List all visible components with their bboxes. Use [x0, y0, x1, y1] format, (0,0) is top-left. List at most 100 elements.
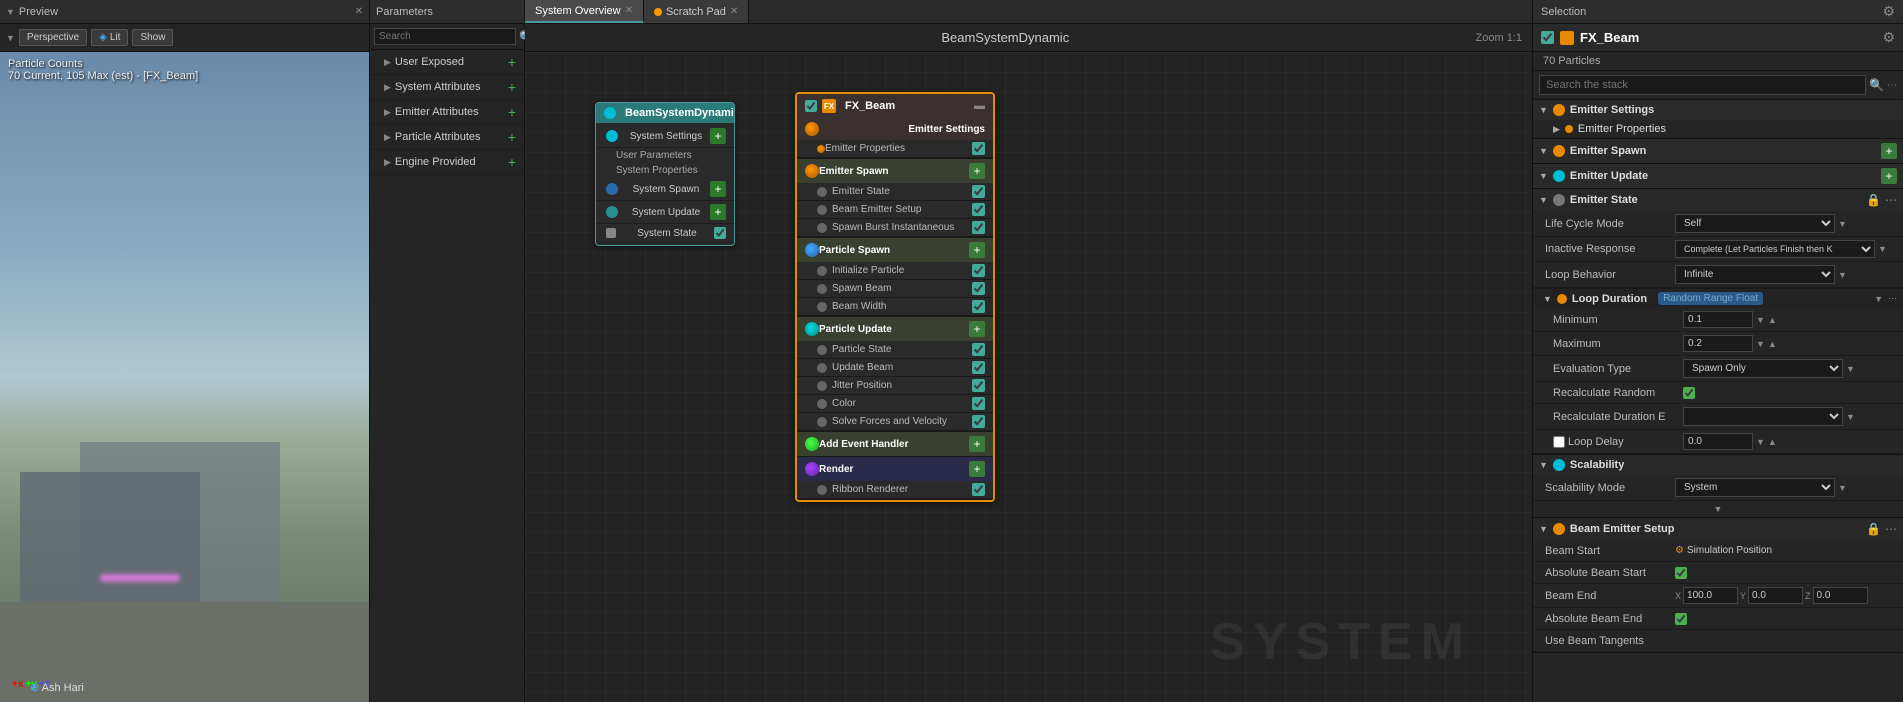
rp-lifecycle-expand[interactable]: ▼ — [1838, 219, 1847, 229]
bsd-section-system-spawn[interactable]: System Spawn + — [596, 178, 734, 201]
rp-loopdur-more[interactable]: ⋯ — [1888, 293, 1897, 304]
rp-max-down[interactable]: ▼ — [1756, 339, 1765, 349]
fxbeam-update-beam[interactable]: Update Beam — [797, 359, 993, 377]
node-beam-system-dynamic[interactable]: BeamSystemDynamic System Settings + User… — [595, 102, 735, 246]
rp-espawn-add[interactable]: + — [1881, 143, 1897, 159]
add-event-add[interactable]: + — [969, 436, 985, 452]
fxbeam-beam-emitter-setup[interactable]: Beam Emitter Setup — [797, 201, 993, 219]
bsd-update-add[interactable]: + — [710, 204, 726, 220]
emitter-properties-checkbox[interactable] — [972, 142, 985, 155]
fxbeam-jitter-position[interactable]: Jitter Position — [797, 377, 993, 395]
fxbeam-spawn-beam[interactable]: Spawn Beam — [797, 280, 993, 298]
fxbeam-emitter-spawn-header[interactable]: Emitter Spawn + — [797, 159, 993, 183]
bsd-node-header[interactable]: BeamSystemDynamic — [596, 103, 734, 123]
rp-beamend-y-input[interactable] — [1748, 587, 1803, 604]
rp-loopbeh-select[interactable]: Infinite — [1675, 265, 1835, 284]
emitter-spawn-add[interactable]: + — [969, 163, 985, 179]
rp-max-input[interactable] — [1683, 335, 1753, 352]
scratch-pad-close[interactable]: ✕ — [730, 6, 738, 17]
rp-eval-expand[interactable]: ▼ — [1846, 364, 1855, 374]
rp-recalcrand-checkbox[interactable] — [1683, 387, 1695, 399]
rp-absbeamstart-checkbox[interactable] — [1675, 567, 1687, 579]
rp-min-input[interactable] — [1683, 311, 1753, 328]
bsd-section-system-settings[interactable]: System Settings + — [596, 125, 734, 148]
params-search-input[interactable] — [374, 28, 516, 45]
rp-lifecycle-select[interactable]: Self — [1675, 214, 1835, 233]
update-beam-checkbox[interactable] — [972, 361, 985, 374]
right-search-input[interactable] — [1539, 75, 1866, 95]
fxbeam-particle-state[interactable]: Particle State — [797, 341, 993, 359]
rp-emitter-update-header[interactable]: ▼ Emitter Update + — [1533, 164, 1903, 188]
params-add-engine-provided[interactable]: + — [508, 155, 516, 169]
particle-spawn-add[interactable]: + — [969, 242, 985, 258]
rp-inactive-select[interactable]: Complete (Let Particles Finish then K — [1675, 240, 1875, 258]
fxbeam-initialize-particle[interactable]: Initialize Particle — [797, 262, 993, 280]
selection-gear-button[interactable]: ⚙ — [1882, 3, 1895, 20]
fxbeam-emitter-state[interactable]: Emitter State — [797, 183, 993, 201]
color-checkbox[interactable] — [972, 397, 985, 410]
params-add-user-exposed[interactable]: + — [508, 55, 516, 69]
rp-loop-duration-header[interactable]: ▼ Loop Duration Random Range Float ▼ ⋯ — [1533, 288, 1903, 308]
beam-width-checkbox[interactable] — [972, 300, 985, 313]
fxbeam-ribbon-renderer[interactable]: Ribbon Renderer — [797, 481, 993, 499]
rp-loopdelay-expand[interactable]: ▼ — [1756, 437, 1765, 447]
fxbeam-header[interactable]: FX FX_Beam ▬ — [797, 94, 993, 118]
particle-update-add[interactable]: + — [969, 321, 985, 337]
rp-scalmode-select[interactable]: System — [1675, 478, 1835, 497]
params-add-particle-attributes[interactable]: + — [508, 130, 516, 144]
fxbeam-particle-spawn-header[interactable]: Particle Spawn + — [797, 238, 993, 262]
right-search-icon[interactable]: 🔍 — [1869, 78, 1884, 92]
rp-absbeamend-checkbox[interactable] — [1675, 613, 1687, 625]
rp-beamsetup-more[interactable]: ⋯ — [1885, 522, 1897, 536]
params-item-system-attributes[interactable]: ▶ System Attributes + — [370, 75, 524, 100]
solve-forces-checkbox[interactable] — [972, 415, 985, 428]
fxbeam-particle-update-header[interactable]: Particle Update + — [797, 317, 993, 341]
spawn-burst-checkbox[interactable] — [972, 221, 985, 234]
rp-eval-select[interactable]: Spawn Only — [1683, 359, 1843, 378]
params-item-engine-provided[interactable]: ▶ Engine Provided + — [370, 150, 524, 175]
fxbeam-render-header[interactable]: Render + — [797, 457, 993, 481]
rp-estate-more[interactable]: ⋯ — [1885, 193, 1897, 207]
rp-scalmode-expand[interactable]: ▼ — [1838, 483, 1847, 493]
bsd-section-system-update[interactable]: System Update + — [596, 201, 734, 224]
params-item-emitter-attributes[interactable]: ▶ Emitter Attributes + — [370, 100, 524, 125]
sel-gear-btn[interactable]: ⚙ — [1882, 29, 1895, 46]
params-add-system-attributes[interactable]: + — [508, 80, 516, 94]
fxbeam-color[interactable]: Color — [797, 395, 993, 413]
rp-estate-lock[interactable]: 🔒 — [1866, 193, 1881, 207]
bsd-section-system-state[interactable]: System State — [596, 224, 734, 243]
rp-min-up[interactable]: ▲ — [1768, 315, 1777, 325]
rp-loopdelay-input[interactable] — [1683, 433, 1753, 450]
system-overview-close[interactable]: ✕ — [625, 5, 633, 16]
bsd-state-checkbox[interactable] — [714, 227, 726, 239]
rp-eupdate-add[interactable]: + — [1881, 168, 1897, 184]
sel-title-checkbox[interactable] — [1541, 31, 1554, 44]
rp-beamend-x-input[interactable] — [1683, 587, 1738, 604]
rp-beamsetup-lock[interactable]: 🔒 — [1866, 522, 1881, 536]
rp-scal-down-btn[interactable]: ▼ — [1714, 504, 1723, 514]
params-add-emitter-attributes[interactable]: + — [508, 105, 516, 119]
right-search-options[interactable]: ⋯ — [1887, 80, 1897, 91]
fxbeam-add-event-header[interactable]: Add Event Handler + — [797, 432, 993, 456]
jitter-checkbox[interactable] — [972, 379, 985, 392]
beam-setup-checkbox[interactable] — [972, 203, 985, 216]
params-item-user-exposed[interactable]: ▶ User Exposed + — [370, 50, 524, 75]
rp-loopdelay-enable[interactable] — [1553, 436, 1565, 448]
center-canvas[interactable]: SYSTEM BeamSystemDynamic System Settings… — [525, 52, 1532, 702]
particle-state-checkbox[interactable] — [972, 343, 985, 356]
rp-loopdur-expand[interactable]: ▼ — [1874, 294, 1883, 304]
bsd-user-params[interactable]: User Parameters — [596, 148, 734, 163]
rp-inactive-expand[interactable]: ▼ — [1878, 244, 1887, 254]
init-particle-checkbox[interactable] — [972, 264, 985, 277]
dropdown-arrow[interactable]: ▼ — [6, 7, 15, 17]
fxbeam-solve-forces[interactable]: Solve Forces and Velocity — [797, 413, 993, 431]
ribbon-checkbox[interactable] — [972, 483, 985, 496]
rp-recalcdur-select[interactable] — [1683, 407, 1843, 426]
bsd-spawn-add[interactable]: + — [710, 181, 726, 197]
rp-emitter-state-header[interactable]: ▼ Emitter State 🔒 ⋯ — [1533, 189, 1903, 211]
rp-emitter-settings-header[interactable]: ▼ Emitter Settings — [1533, 100, 1903, 120]
rp-min-down[interactable]: ▼ — [1756, 315, 1765, 325]
tab-system-overview[interactable]: System Overview ✕ — [525, 0, 644, 23]
node-fx-beam[interactable]: FX FX_Beam ▬ Emitter Settings Em — [795, 92, 995, 502]
fxbeam-beam-width[interactable]: Beam Width — [797, 298, 993, 316]
